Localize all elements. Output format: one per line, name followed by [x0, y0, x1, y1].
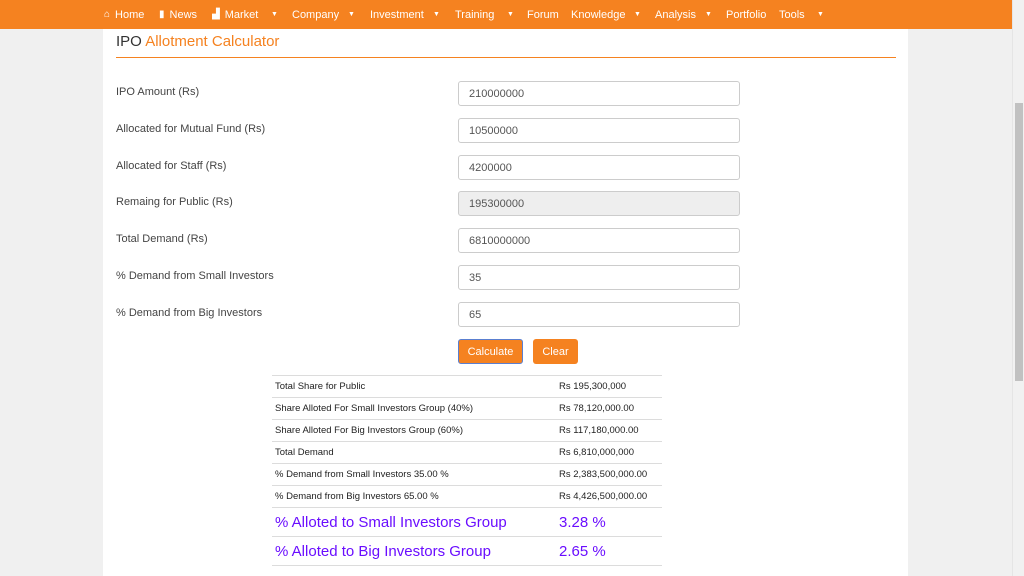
main-content: IPO Allotment Calculator IPO Amount (Rs)…	[103, 29, 908, 576]
result-value: Rs 2,383,500,000.00	[556, 463, 662, 486]
result-label: Total Demand	[272, 441, 556, 464]
chevron-down-icon: ▼	[705, 11, 712, 18]
home-icon: ⌂	[104, 8, 111, 20]
clear-button[interactable]: Clear	[533, 339, 578, 364]
top-navbar: ⌂ Home ▮ News ▟ Market ▼ Company ▼ Inves…	[0, 0, 1012, 29]
staff-input[interactable]	[458, 155, 740, 180]
chart-icon: ▟	[212, 8, 220, 20]
result-value: Rs 78,120,000.00	[556, 397, 662, 420]
highlight-row-big: % Alloted to Big Investors Group 2.65 %	[272, 536, 662, 566]
nav-company[interactable]: Company	[292, 0, 339, 29]
highlight-label: % Alloted to Small Investors Group	[272, 507, 556, 537]
page-title: IPO Allotment Calculator	[116, 33, 279, 50]
nav-news[interactable]: ▮ News	[159, 0, 197, 29]
chevron-down-icon: ▼	[507, 11, 514, 18]
result-label: Share Alloted For Small Investors Group …	[272, 397, 556, 420]
title-divider	[116, 57, 896, 58]
mutual-fund-input[interactable]	[458, 118, 740, 143]
table-row: Total Share for Public Rs 195,300,000	[272, 375, 662, 398]
chevron-down-icon: ▼	[348, 11, 355, 18]
results-table: Total Share for Public Rs 195,300,000 Sh…	[272, 375, 662, 566]
ipo-amount-label: IPO Amount (Rs)	[116, 86, 200, 98]
result-value: Rs 6,810,000,000	[556, 441, 662, 464]
chevron-down-icon: ▼	[271, 11, 278, 18]
nav-home-label: Home	[115, 8, 145, 21]
form-row-big-pct: % Demand from Big Investors	[116, 302, 896, 328]
nav-company-caret[interactable]: ▼	[348, 0, 355, 29]
result-label: Total Share for Public	[272, 375, 556, 398]
highlight-value: 3.28 %	[556, 507, 662, 537]
chevron-down-icon: ▼	[817, 11, 824, 18]
nav-analysis[interactable]: Analysis	[655, 0, 696, 29]
nav-market[interactable]: ▟ Market	[212, 0, 258, 29]
nav-training-caret[interactable]: ▼	[507, 0, 514, 29]
nav-portfolio-label: Portfolio	[726, 8, 767, 21]
table-row: Share Alloted For Small Investors Group …	[272, 397, 662, 420]
total-demand-input[interactable]	[458, 228, 740, 253]
small-pct-label: % Demand from Small Investors	[116, 270, 274, 282]
nav-market-label: Market	[224, 8, 259, 21]
nav-analysis-label: Analysis	[655, 8, 696, 21]
highlight-row-small: % Alloted to Small Investors Group 3.28 …	[272, 507, 662, 537]
table-row: Share Alloted For Big Investors Group (6…	[272, 419, 662, 442]
form-row-staff: Allocated for Staff (Rs)	[116, 155, 896, 181]
nav-investment[interactable]: Investment	[370, 0, 424, 29]
form-row-total-demand: Total Demand (Rs)	[116, 228, 896, 254]
nav-analysis-caret[interactable]: ▼	[705, 0, 712, 29]
highlight-label: % Alloted to Big Investors Group	[272, 536, 556, 566]
table-row: Total Demand Rs 6,810,000,000	[272, 441, 662, 464]
total-demand-label: Total Demand (Rs)	[116, 233, 208, 245]
public-input	[458, 191, 740, 216]
form-row-ipo-amount: IPO Amount (Rs)	[116, 81, 896, 107]
nav-forum-label: Forum	[527, 8, 559, 21]
form-row-small-pct: % Demand from Small Investors	[116, 265, 896, 291]
staff-label: Allocated for Staff (Rs)	[116, 160, 227, 172]
result-label: % Demand from Big Investors 65.00 %	[272, 485, 556, 508]
page-title-prefix: IPO	[116, 33, 142, 50]
page-title-accent: Allotment Calculator	[145, 33, 280, 50]
scrollbar-thumb[interactable]	[1015, 103, 1023, 381]
table-row: % Demand from Small Investors 35.00 % Rs…	[272, 463, 662, 486]
nav-investment-label: Investment	[370, 8, 424, 21]
nav-knowledge-caret[interactable]: ▼	[634, 0, 641, 29]
big-pct-input[interactable]	[458, 302, 740, 327]
nav-training-label: Training	[455, 8, 495, 21]
nav-market-caret[interactable]: ▼	[271, 0, 278, 29]
ipo-amount-input[interactable]	[458, 81, 740, 106]
chevron-down-icon: ▼	[634, 11, 641, 18]
nav-forum[interactable]: Forum	[527, 0, 559, 29]
result-value: Rs 4,426,500,000.00	[556, 485, 662, 508]
highlight-value: 2.65 %	[556, 536, 662, 566]
nav-news-label: News	[169, 8, 198, 21]
nav-tools-label: Tools	[779, 8, 805, 21]
result-label: % Demand from Small Investors 35.00 %	[272, 463, 556, 486]
calculate-button[interactable]: Calculate	[458, 339, 523, 364]
result-label: Share Alloted For Big Investors Group (6…	[272, 419, 556, 442]
nav-portfolio[interactable]: Portfolio	[726, 0, 766, 29]
nav-investment-caret[interactable]: ▼	[433, 0, 440, 29]
nav-tools[interactable]: Tools	[779, 0, 805, 29]
nav-knowledge-label: Knowledge	[571, 8, 626, 21]
small-pct-input[interactable]	[458, 265, 740, 290]
nav-training[interactable]: Training	[455, 0, 494, 29]
result-value: Rs 195,300,000	[556, 375, 662, 398]
file-icon: ▮	[159, 8, 165, 20]
mutual-fund-label: Allocated for Mutual Fund (Rs)	[116, 123, 266, 135]
table-row: % Demand from Big Investors 65.00 % Rs 4…	[272, 485, 662, 508]
nav-knowledge[interactable]: Knowledge	[571, 0, 625, 29]
chevron-down-icon: ▼	[433, 11, 440, 18]
big-pct-label: % Demand from Big Investors	[116, 307, 263, 319]
nav-tools-caret[interactable]: ▼	[817, 0, 824, 29]
nav-home[interactable]: ⌂ Home	[104, 0, 144, 29]
result-value: Rs 117,180,000.00	[556, 419, 662, 442]
form-row-mutual-fund: Allocated for Mutual Fund (Rs)	[116, 118, 896, 144]
nav-company-label: Company	[292, 8, 340, 21]
public-label: Remaing for Public (Rs)	[116, 196, 233, 208]
page-scrollbar[interactable]	[1012, 0, 1024, 576]
form-row-public: Remaing for Public (Rs)	[116, 191, 896, 217]
